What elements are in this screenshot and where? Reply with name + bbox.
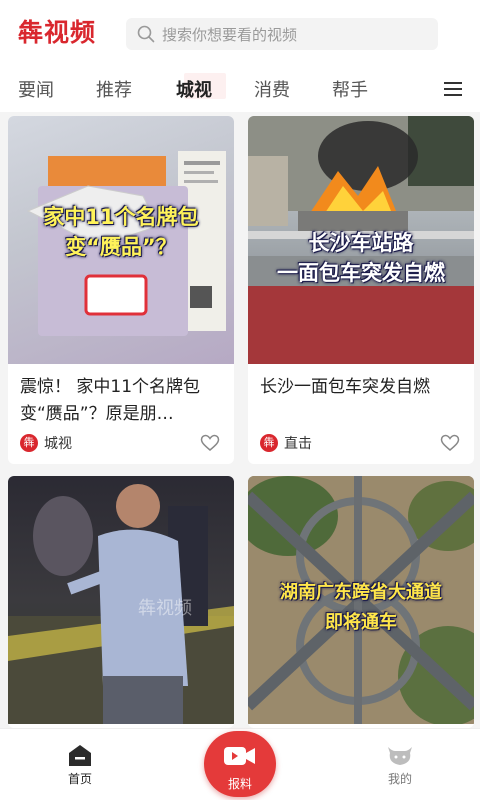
- video-card[interactable]: 家中11个名牌包 变“赝品”？ 震惊！ 家中11个名牌包变“赝品”？原是朋… 犇…: [8, 116, 234, 464]
- heart-icon[interactable]: [440, 434, 460, 452]
- video-camera-icon: [224, 747, 255, 765]
- source-name: 直击: [284, 436, 312, 452]
- menu-icon[interactable]: [444, 81, 464, 97]
- source-badge: 犇: [20, 434, 38, 452]
- video-title[interactable]: 长沙一面包车突发自燃: [260, 374, 466, 401]
- video-thumbnail[interactable]: 家中11个名牌包 变“赝品”？: [8, 116, 234, 364]
- heart-icon[interactable]: [200, 434, 220, 452]
- tab-chengshi[interactable]: 城视: [176, 76, 212, 102]
- source-badge: 犇: [260, 434, 278, 452]
- thumbnail-caption-line: 一面包车突发自燃: [277, 261, 445, 285]
- thumbnail-caption: 湖南广东跨省大通道 即将通车: [248, 578, 474, 638]
- nav-home[interactable]: 首页: [60, 743, 100, 787]
- search-bar[interactable]: 搜索你想要看的视频: [126, 18, 438, 50]
- watermark: 犇视频: [138, 598, 192, 619]
- app-header: 犇视频 搜索你想要看的视频: [0, 0, 480, 62]
- nav-mine-label: 我的: [387, 772, 412, 786]
- video-card[interactable]: 犇视频: [8, 476, 234, 728]
- category-tabs: 要闻 推荐 城视 消费 帮手: [0, 62, 480, 112]
- thumbnail-caption: 长沙车站路 一面包车突发自燃: [248, 228, 474, 288]
- night-street-image: [8, 484, 234, 724]
- home-icon: [69, 745, 91, 766]
- report-label: 报料: [227, 777, 252, 791]
- nav-home-label: 首页: [67, 772, 92, 786]
- bull-profile-icon: [388, 747, 412, 765]
- nav-mine[interactable]: 我的: [380, 743, 420, 787]
- tab-bangshou[interactable]: 帮手: [332, 76, 368, 102]
- thumbnail-caption-line: 家中11个名牌包: [43, 205, 199, 229]
- source-name: 城视: [44, 436, 72, 452]
- video-source[interactable]: 犇 城视: [20, 433, 72, 453]
- video-title[interactable]: 震惊！ 家中11个名牌包变“赝品”？原是朋…: [20, 374, 226, 428]
- thumbnail-caption-line: 变“赝品”？: [65, 235, 177, 259]
- thumbnail-caption: 家中11个名牌包 变“赝品”？: [8, 202, 234, 262]
- search-placeholder: 搜索你想要看的视频: [162, 25, 298, 44]
- tab-yaowen[interactable]: 要闻: [18, 76, 54, 102]
- tab-xiaofei[interactable]: 消费: [254, 76, 290, 102]
- video-card[interactable]: 湖南广东跨省大通道 即将通车: [248, 476, 474, 728]
- report-button[interactable]: 报料: [204, 731, 276, 797]
- thumbnail-caption-line: 湖南广东跨省大通道: [280, 582, 442, 603]
- video-card[interactable]: 长沙车站路 一面包车突发自燃 长沙一面包车突发自燃 犇 直击: [248, 116, 474, 464]
- thumbnail-caption-line: 即将通车: [325, 612, 397, 633]
- thumbnail-caption-line: 长沙车站路: [308, 231, 414, 255]
- tab-tuijian[interactable]: 推荐: [96, 76, 132, 102]
- search-icon: [137, 25, 155, 43]
- video-thumbnail[interactable]: 湖南广东跨省大通道 即将通车: [248, 476, 474, 724]
- video-source[interactable]: 犇 直击: [260, 433, 312, 453]
- video-thumbnail[interactable]: 长沙车站路 一面包车突发自燃: [248, 116, 474, 364]
- app-logo: 犇视频: [18, 18, 97, 47]
- video-thumbnail[interactable]: 犇视频: [8, 476, 234, 724]
